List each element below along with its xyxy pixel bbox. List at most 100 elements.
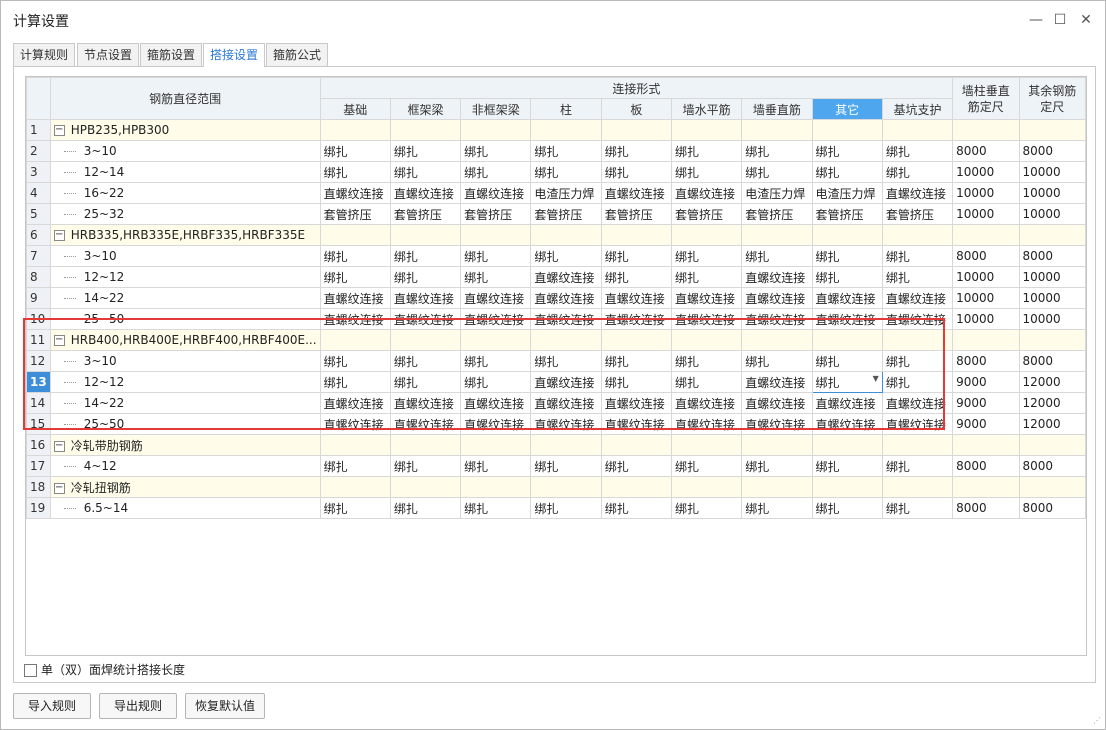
connection-cell[interactable]: 绑扎 bbox=[319, 245, 391, 267]
weld-lap-checkbox-row[interactable]: 单（双）面焊统计搭接长度 bbox=[24, 661, 185, 678]
wall-length-cell[interactable]: 10000 bbox=[952, 182, 1020, 204]
connection-cell[interactable]: 绑扎 bbox=[460, 245, 532, 267]
connection-cell[interactable] bbox=[811, 434, 883, 456]
connection-cell[interactable]: 套管挤压 bbox=[319, 203, 391, 225]
other-length-cell[interactable]: 10000 bbox=[1018, 161, 1086, 183]
connection-cell[interactable] bbox=[670, 434, 743, 456]
connection-cell[interactable]: 直螺纹连接 bbox=[600, 413, 672, 435]
wall-length-cell[interactable] bbox=[952, 329, 1020, 351]
table-row[interactable]: 7 3~10 绑扎 绑扎 绑扎 绑扎 绑扎 绑扎 绑扎 绑扎 绑扎 8000 8000 bbox=[26, 245, 1086, 267]
other-length-cell[interactable] bbox=[1018, 224, 1086, 246]
collapse-icon[interactable]: − bbox=[53, 230, 65, 241]
connection-cell[interactable]: 套管挤压 bbox=[741, 203, 813, 225]
group-row[interactable]: 1− HPB235,HPB300 bbox=[26, 119, 1086, 141]
connection-cell[interactable]: 绑扎 bbox=[530, 161, 602, 183]
connection-cell[interactable] bbox=[389, 119, 462, 141]
connection-cell[interactable]: 直螺纹连接 bbox=[881, 413, 954, 435]
table-row[interactable]: 5 25~32 套管挤压 套管挤压 套管挤压 套管挤压 套管挤压 套管挤压 套管挤压 套管挤压 套管… bbox=[26, 203, 1086, 225]
connection-cell[interactable]: 直螺纹连接 bbox=[389, 392, 462, 414]
connection-cell[interactable]: 直螺纹连接 bbox=[460, 308, 532, 330]
connection-cell[interactable]: 绑扎 bbox=[741, 497, 813, 519]
connection-cell[interactable]: 绑扎 bbox=[319, 266, 391, 288]
connection-cell[interactable] bbox=[741, 434, 813, 456]
row-number[interactable]: 3 bbox=[26, 161, 51, 183]
connection-cell[interactable] bbox=[600, 476, 672, 498]
connection-cell[interactable]: 直螺纹连接 bbox=[670, 287, 743, 309]
close-icon[interactable]: ✕ bbox=[1075, 9, 1097, 31]
other-length-cell[interactable]: 8000 bbox=[1018, 245, 1086, 267]
connection-cell[interactable]: 直螺纹连接 bbox=[460, 413, 532, 435]
connection-cell[interactable]: 绑扎 bbox=[530, 140, 602, 162]
table-row[interactable]: 12 3~10 绑扎 绑扎 绑扎 绑扎 绑扎 绑扎 绑扎 绑扎 绑扎 8000 8000 bbox=[26, 350, 1086, 372]
connection-cell[interactable]: 直螺纹连接 bbox=[530, 392, 602, 414]
connection-cell[interactable]: 直螺纹连接 bbox=[389, 287, 462, 309]
connection-cell[interactable] bbox=[811, 329, 883, 351]
connection-cell[interactable]: 直螺纹连接 bbox=[741, 308, 813, 330]
connection-cell[interactable]: 绑扎 bbox=[811, 161, 883, 183]
connection-cell[interactable] bbox=[811, 224, 883, 246]
connection-cell[interactable]: 绑扎 bbox=[389, 350, 462, 372]
connection-cell[interactable]: 绑扎 bbox=[530, 455, 602, 477]
connection-cell[interactable]: 绑扎 bbox=[460, 350, 532, 372]
row-number[interactable]: 8 bbox=[26, 266, 51, 288]
group-row[interactable]: 16− 冷轧带肋钢筋 bbox=[26, 434, 1086, 456]
connection-cell[interactable]: 直螺纹连接 bbox=[881, 182, 954, 204]
collapse-icon[interactable]: − bbox=[53, 440, 65, 452]
connection-cell[interactable] bbox=[389, 224, 462, 246]
row-number[interactable]: 1 bbox=[26, 119, 51, 141]
connection-cell[interactable] bbox=[530, 224, 602, 246]
connection-cell[interactable] bbox=[530, 329, 602, 351]
row-number[interactable]: 11 bbox=[26, 329, 51, 351]
wall-length-cell[interactable]: 8000 bbox=[952, 455, 1020, 477]
connection-cell[interactable]: 直螺纹连接 bbox=[670, 392, 743, 414]
connection-cell[interactable]: 绑扎 bbox=[389, 245, 462, 267]
other-length-cell[interactable]: 8000 bbox=[1018, 140, 1086, 162]
export-rules-button[interactable]: 导出规则 bbox=[99, 693, 177, 719]
connection-cell[interactable]: 绑扎 bbox=[811, 266, 883, 288]
connection-cell[interactable]: 绑扎 bbox=[811, 140, 883, 162]
connection-cell[interactable]: 绑扎 bbox=[319, 371, 391, 393]
connection-cell[interactable]: 绑扎 bbox=[741, 140, 813, 162]
table-row[interactable]: 9 14~22 直螺纹连接 直螺纹连接 直螺纹连接 直螺纹连接 直螺纹连接 直螺纹连接 直螺纹连… bbox=[26, 287, 1086, 309]
wall-length-cell[interactable] bbox=[952, 224, 1020, 246]
connection-cell[interactable]: 绑扎 bbox=[460, 371, 532, 393]
connection-cell[interactable]: 绑扎 bbox=[881, 350, 954, 372]
connection-cell[interactable]: 套管挤压 bbox=[460, 203, 532, 225]
connection-cell[interactable] bbox=[460, 119, 532, 141]
connection-cell[interactable]: 绑扎 bbox=[881, 161, 954, 183]
table-row[interactable]: 10 25~50 直螺纹连接 直螺纹连接 直螺纹连接 直螺纹连接 直螺纹连接 直螺纹连接 直螺纹… bbox=[26, 308, 1086, 330]
connection-cell[interactable]: 绑扎 bbox=[600, 140, 672, 162]
connection-cell[interactable]: 绑扎 bbox=[460, 455, 532, 477]
connection-cell[interactable]: 电渣压力焊 bbox=[530, 182, 602, 204]
connection-cell[interactable]: 绑扎 bbox=[389, 497, 462, 519]
connection-cell[interactable]: 直螺纹连接 bbox=[460, 287, 532, 309]
connection-cell[interactable] bbox=[811, 119, 883, 141]
connection-cell[interactable]: 直螺纹连接 bbox=[811, 308, 883, 330]
connection-cell[interactable]: 绑扎 bbox=[389, 371, 462, 393]
tab-stirrup-formula[interactable]: 箍筋公式 bbox=[266, 43, 329, 66]
connection-cell[interactable] bbox=[741, 224, 813, 246]
connection-cell[interactable]: 直螺纹连接 bbox=[741, 371, 813, 393]
other-length-cell[interactable]: 8000 bbox=[1018, 350, 1086, 372]
other-length-cell[interactable]: 10000 bbox=[1018, 182, 1086, 204]
connection-cell[interactable]: 绑扎 bbox=[670, 350, 743, 372]
wall-length-cell[interactable]: 9000 bbox=[952, 392, 1020, 414]
table-row[interactable]: 2 3~10 绑扎 绑扎 绑扎 绑扎 绑扎 绑扎 绑扎 绑扎 绑扎 8000 8000 bbox=[26, 140, 1086, 162]
connection-cell[interactable]: 绑扎 bbox=[389, 140, 462, 162]
connection-cell[interactable]: 绑扎 bbox=[670, 245, 743, 267]
maximize-icon[interactable]: ☐ bbox=[1049, 9, 1071, 31]
connection-cell[interactable]: 电渣压力焊 bbox=[741, 182, 813, 204]
table-row[interactable]: 17 4~12 绑扎 绑扎 绑扎 绑扎 绑扎 绑扎 绑扎 绑扎 绑扎 8000 8000 bbox=[26, 455, 1086, 477]
connection-cell[interactable] bbox=[811, 476, 883, 498]
connection-cell[interactable] bbox=[530, 476, 602, 498]
connection-cell[interactable]: 绑扎 bbox=[811, 350, 883, 372]
connection-cell[interactable]: 电渣压力焊 bbox=[811, 182, 883, 204]
connection-cell[interactable]: 绑扎 bbox=[600, 497, 672, 519]
connection-cell[interactable] bbox=[319, 434, 391, 456]
connection-cell[interactable]: 直螺纹连接 bbox=[319, 413, 391, 435]
connection-cell[interactable]: 绑扎 bbox=[460, 140, 532, 162]
connection-cell[interactable] bbox=[600, 434, 672, 456]
connection-cell[interactable]: 套管挤压 bbox=[600, 203, 672, 225]
wall-length-cell[interactable] bbox=[952, 434, 1020, 456]
connection-cell[interactable]: 直螺纹连接 bbox=[811, 287, 883, 309]
